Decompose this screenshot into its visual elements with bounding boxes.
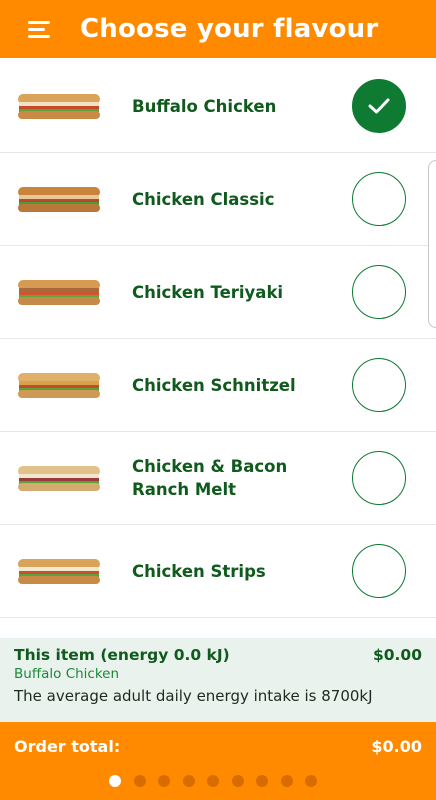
- item-summary: This item (energy 0.0 kJ) $0.00 Buffalo …: [0, 638, 436, 722]
- hamburger-menu-icon: [28, 21, 50, 38]
- flavour-item-chicken-strips[interactable]: Chicken Strips: [0, 525, 436, 618]
- flavour-label: Chicken Teriyaki: [132, 282, 284, 302]
- page-dot[interactable]: [133, 775, 146, 787]
- flavour-radio[interactable]: [352, 358, 406, 412]
- order-total-label: Order total:: [14, 737, 121, 756]
- page-dot[interactable]: [231, 775, 244, 787]
- order-footer: Order total: $0.00: [0, 722, 436, 800]
- page-dot[interactable]: [182, 775, 195, 787]
- flavour-list: Buffalo Chicken Chicken Classic Chicken …: [0, 60, 436, 618]
- page-dot[interactable]: [207, 775, 219, 787]
- order-total-value: $0.00: [371, 737, 422, 756]
- page-dot[interactable]: [158, 775, 170, 787]
- scroll-handle[interactable]: [428, 160, 436, 328]
- page-title: Choose your flavour: [80, 14, 379, 44]
- flavour-item-buffalo-chicken[interactable]: Buffalo Chicken: [0, 60, 436, 153]
- flavour-label: Chicken Classic: [132, 189, 275, 209]
- flavour-label: Chicken & Bacon Ranch Melt: [132, 457, 288, 499]
- page-dot-active[interactable]: [109, 775, 121, 787]
- item-energy-label: This item (energy 0.0 kJ): [14, 646, 230, 664]
- app-header: Choose your flavour: [0, 0, 436, 58]
- item-name: Buffalo Chicken: [14, 666, 120, 682]
- flavour-radio[interactable]: [352, 172, 406, 226]
- flavour-item-chicken-bacon-ranch-melt[interactable]: Chicken & Bacon Ranch Melt: [0, 432, 436, 525]
- energy-note: The average adult daily energy intake is…: [14, 687, 373, 705]
- flavour-label: Buffalo Chicken: [132, 96, 277, 116]
- sandwich-image: [18, 280, 100, 305]
- sandwich-image: [18, 94, 100, 119]
- flavour-item-chicken-teriyaki[interactable]: Chicken Teriyaki: [0, 246, 436, 339]
- sandwich-image: [18, 187, 100, 212]
- flavour-item-chicken-classic[interactable]: Chicken Classic: [0, 153, 436, 246]
- page-dot[interactable]: [305, 775, 317, 787]
- sandwich-image: [18, 559, 100, 584]
- flavour-item-chicken-schnitzel[interactable]: Chicken Schnitzel: [0, 339, 436, 432]
- flavour-radio[interactable]: [352, 451, 406, 505]
- flavour-label: Chicken Schnitzel: [132, 375, 296, 395]
- flavour-label: Chicken Strips: [132, 561, 266, 581]
- menu-button[interactable]: [0, 0, 80, 58]
- sandwich-image: [18, 466, 100, 491]
- flavour-radio[interactable]: [352, 265, 406, 319]
- flavour-radio-selected[interactable]: [352, 79, 406, 133]
- page-indicator: [0, 775, 436, 789]
- checkmark-icon: [368, 98, 390, 114]
- flavour-radio[interactable]: [352, 544, 406, 598]
- page-dot[interactable]: [280, 775, 293, 787]
- sandwich-image: [18, 373, 100, 398]
- item-price: $0.00: [372, 646, 422, 664]
- page-dot[interactable]: [256, 775, 268, 787]
